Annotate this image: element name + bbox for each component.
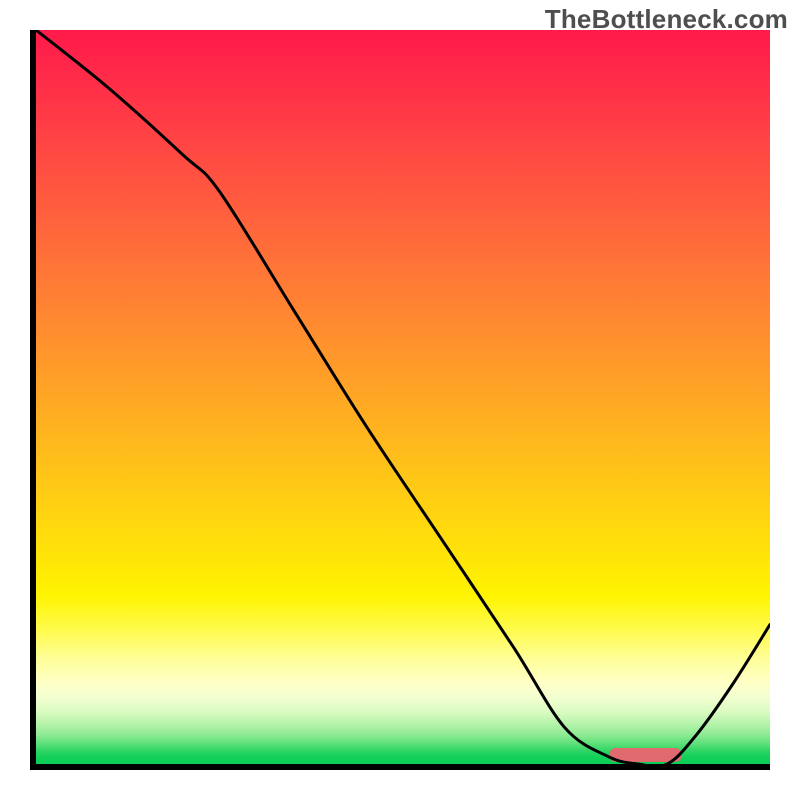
chart-container: TheBottleneck.com <box>0 0 800 800</box>
curve-path <box>36 30 770 764</box>
bottleneck-curve <box>36 30 770 764</box>
plot-area <box>36 30 770 764</box>
watermark-text: TheBottleneck.com <box>545 4 788 35</box>
